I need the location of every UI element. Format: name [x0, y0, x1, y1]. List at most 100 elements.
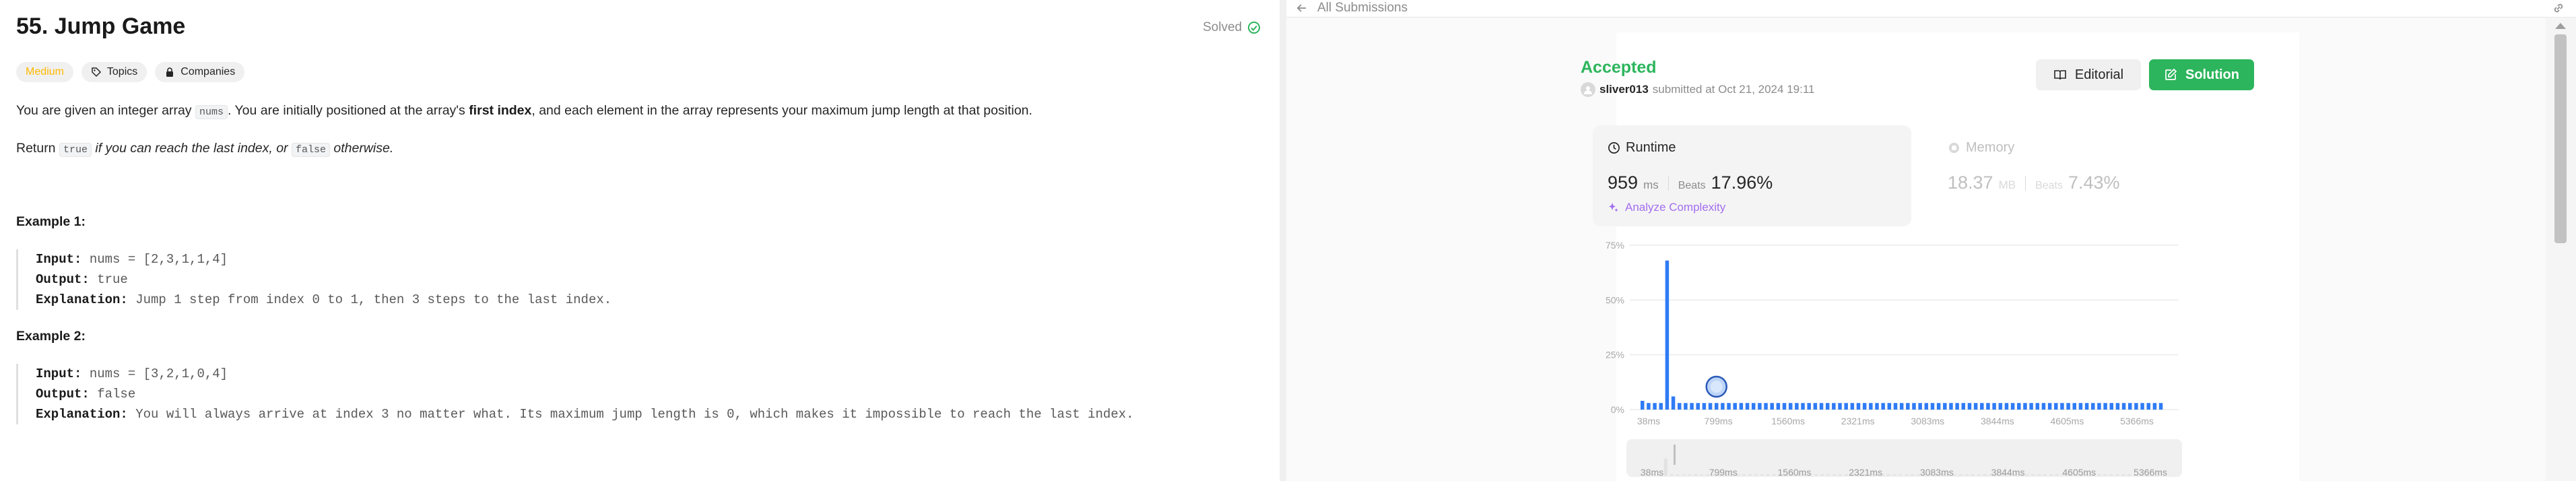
edit-icon: [2165, 68, 2177, 80]
link-icon[interactable]: [2552, 1, 2565, 15]
distribution-bar: [1813, 403, 1818, 410]
submission-status: Accepted: [1581, 58, 1657, 77]
navigator-bar: [1700, 474, 1704, 476]
problem-title: 55. Jump Game: [16, 13, 186, 39]
navigator-bar: [2043, 474, 2047, 476]
distribution-bar: [2017, 403, 2021, 410]
distribution-bar: [1696, 403, 1700, 410]
distribution-bar: [2097, 403, 2101, 410]
runtime-distribution-chart[interactable]: 75% 50% 25% 0% 38ms 799ms 1560ms 2321ms 3083ms 38…: [1593, 233, 2185, 428]
difficulty-tag[interactable]: Medium: [16, 62, 73, 82]
distribution-bar: [1912, 403, 1916, 410]
navigator-bar: [1892, 474, 1896, 476]
distribution-bar: [1819, 403, 1824, 410]
separator: [2025, 175, 2026, 191]
navigator-tick-label: 3844ms: [1991, 467, 2025, 477]
input-label: Input:: [36, 252, 82, 267]
distribution-bar: [1980, 403, 1984, 410]
output-value: false: [89, 387, 136, 402]
distribution-bar: [2023, 403, 2027, 410]
navigator-bar: [1742, 474, 1746, 476]
explanation-label: Explanation:: [36, 292, 128, 307]
distribution-bar: [1671, 396, 1676, 410]
memory-card[interactable]: Memory 18.37 MB Beats 7.43%: [1933, 125, 2182, 226]
distribution-bar: [1918, 403, 1922, 410]
navigator-tick-label: 799ms: [1709, 467, 1738, 477]
memory-unit: MB: [1998, 179, 2016, 191]
distribution-bar: [1936, 403, 1941, 410]
username-link[interactable]: sliver013: [1599, 83, 1649, 96]
tag-row: Medium Topics Companies: [16, 62, 245, 82]
navigator-bar: [2115, 474, 2119, 476]
distribution-bar: [1788, 403, 1793, 410]
distribution-bar: [2158, 403, 2163, 410]
distribution-bar: [2004, 403, 2009, 410]
distribution-bar: [2109, 403, 2114, 410]
x-tick-label: 38ms: [1637, 416, 1660, 426]
memory-header: Memory: [1948, 140, 2014, 156]
distribution-bar: [1862, 403, 1867, 410]
distribution-bar: [1992, 403, 1996, 410]
description-paragraph-2: Return true if you can reach the last in…: [16, 139, 393, 160]
example-2-heading: Example 2:: [16, 329, 86, 344]
italic-text: otherwise.: [329, 141, 394, 156]
avatar[interactable]: [1581, 82, 1595, 97]
distribution-bar: [2072, 403, 2077, 410]
companies-tag[interactable]: Companies: [155, 62, 245, 82]
distribution-bar: [2134, 403, 2138, 410]
app-root: 55. Jump Game Solved Medium Topics Compa…: [0, 0, 2576, 481]
back-to-submissions[interactable]: All Submissions: [1296, 1, 1408, 15]
distribution-bar: [1764, 403, 1768, 410]
scroll-up-icon[interactable]: [2555, 23, 2566, 29]
navigator-bar: [1760, 474, 1764, 476]
distribution-bar: [1838, 403, 1842, 410]
navigator-bar: [1832, 474, 1837, 476]
example-line: Output: false: [36, 384, 1133, 404]
solution-button[interactable]: Solution: [2149, 59, 2254, 90]
memory-chip-icon: [1948, 142, 1960, 154]
distribution-bar: [1721, 403, 1725, 410]
description-paragraph-1: You are given an integer array nums. You…: [16, 101, 1032, 122]
navigator-tick-label: 2321ms: [1849, 467, 1882, 477]
distribution-bar: [1881, 403, 1885, 410]
distribution-bar: [1647, 403, 1651, 410]
navigator-bar: [1748, 474, 1752, 476]
submitted-time: submitted at Oct 21, 2024 19:11: [1652, 83, 1815, 96]
scrollbar[interactable]: [2546, 18, 2576, 481]
navigator-bar: [1663, 458, 1667, 476]
navigator-bar: [1905, 474, 1909, 476]
navigator-bar: [1688, 474, 1692, 476]
marker-inner: [1710, 381, 1723, 393]
solved-status: Solved: [1203, 20, 1261, 35]
distribution-bar: [1807, 403, 1811, 410]
navigator-tick-label: 5366ms: [2134, 467, 2167, 477]
lock-icon: [166, 67, 174, 77]
navigator-bar: [1886, 474, 1890, 476]
input-value: nums = [2,3,1,1,4]: [81, 252, 228, 267]
analyze-complexity-link[interactable]: Analyze Complexity: [1608, 201, 1725, 214]
distribution-bar: [1906, 403, 1910, 410]
distribution-bar: [2078, 403, 2083, 410]
x-tick-label: 799ms: [1705, 416, 1733, 426]
x-tick-label: 2321ms: [1841, 416, 1875, 426]
x-tick-label: 4605ms: [2051, 416, 2084, 426]
navigator-bar: [1670, 474, 1674, 476]
editorial-button[interactable]: Editorial: [2036, 59, 2141, 90]
italic-text: if you can reach the last index, or: [91, 141, 292, 156]
navigator-bar: [2097, 474, 2101, 476]
y-tick-label: 0%: [1611, 404, 1624, 415]
navigator-bar: [1839, 474, 1842, 476]
panel-resize-handle[interactable]: [1280, 0, 1286, 481]
submitted-by-line: sliver013 submitted at Oct 21, 2024 19:1…: [1581, 82, 1814, 97]
chart-range-navigator[interactable]: 38ms 799ms 1560ms 2321ms 3083ms 3844ms 4605ms 5…: [1626, 439, 2182, 477]
distribution-bar: [1727, 403, 1731, 410]
topics-tag[interactable]: Topics: [81, 62, 147, 82]
navigator-bar: [1964, 474, 1969, 476]
distribution-bar: [1733, 403, 1737, 410]
scroll-thumb[interactable]: [2554, 34, 2567, 243]
distribution-bar: [1684, 403, 1688, 410]
example-line: Input: nums = [3,2,1,0,4]: [36, 364, 1133, 384]
navigator-bar: [1754, 474, 1758, 476]
memory-values: 18.37 MB Beats 7.43%: [1948, 172, 2120, 193]
runtime-card[interactable]: Runtime 959 ms Beats 17.96% Analyze Comp…: [1593, 125, 1911, 226]
